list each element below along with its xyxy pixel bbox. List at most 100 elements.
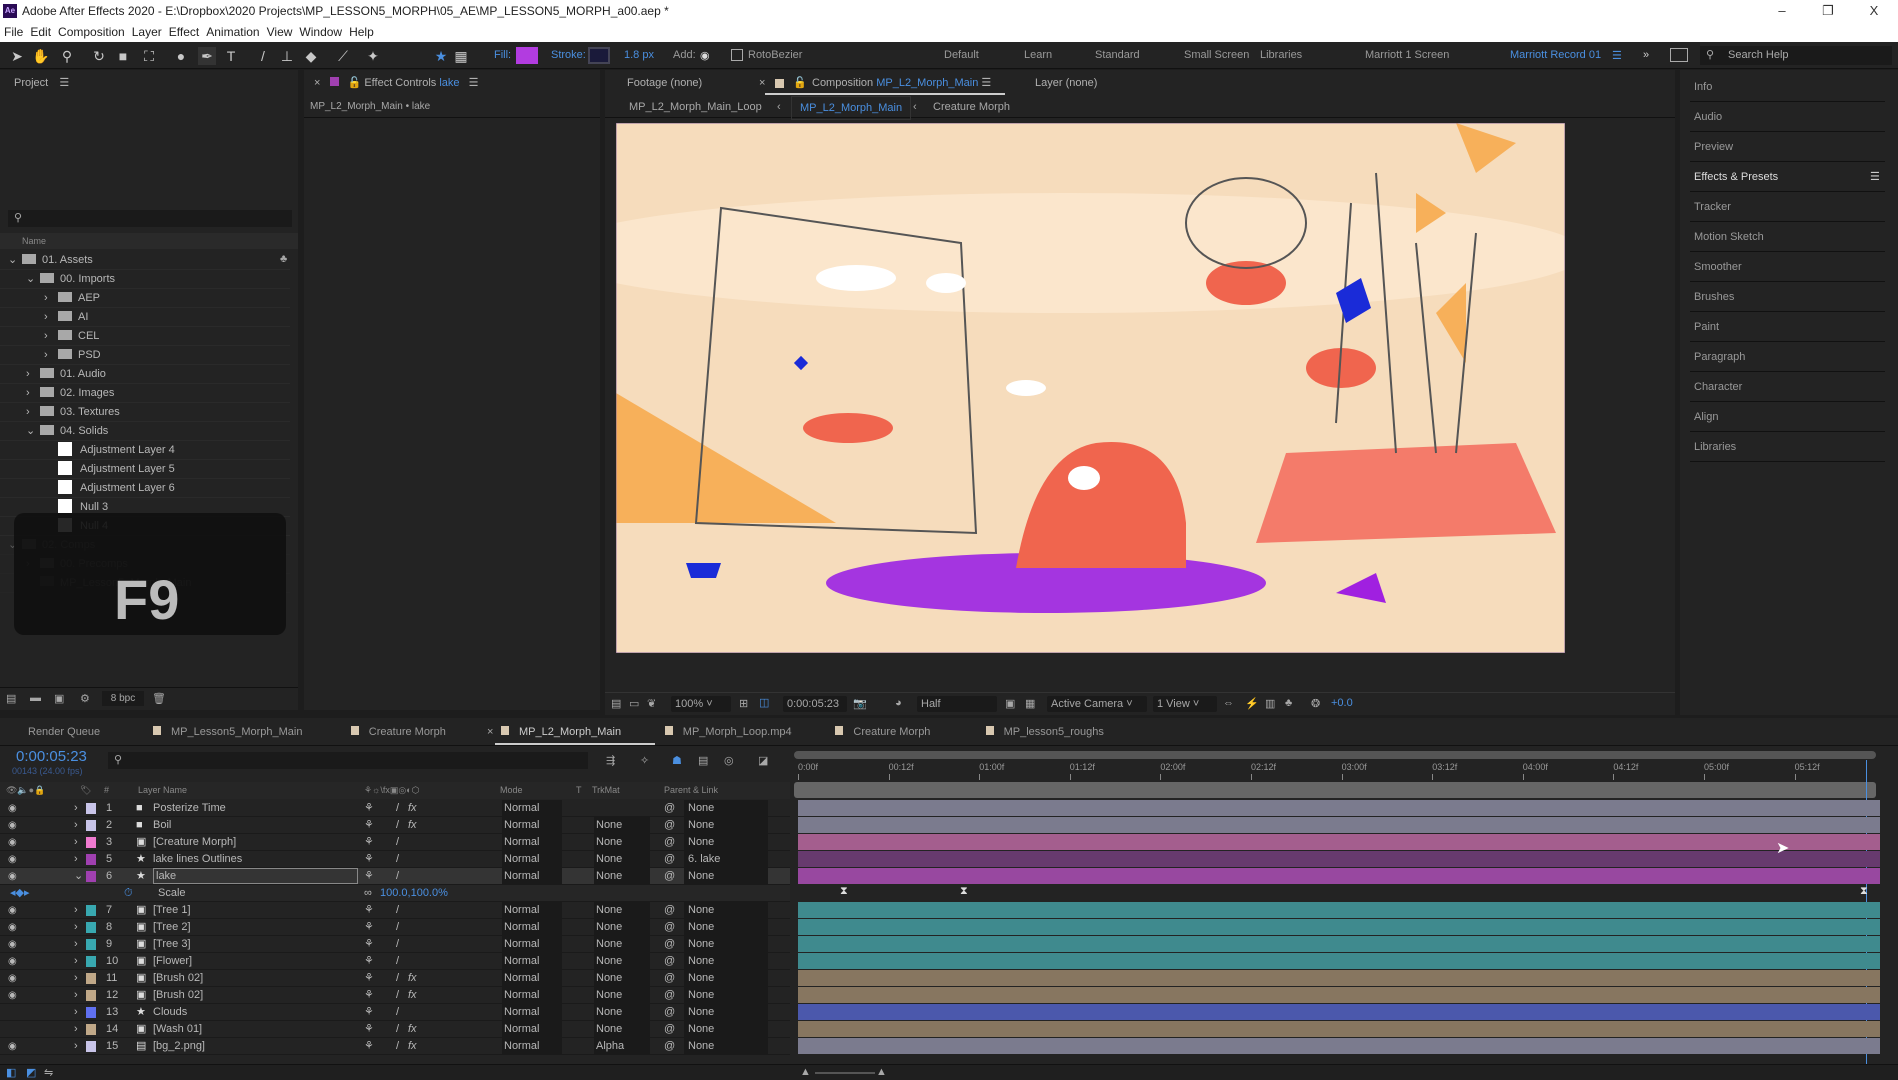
shy-switch-icon[interactable]: ⚘ bbox=[364, 868, 374, 885]
parent-dropdown[interactable]: None bbox=[684, 1038, 768, 1055]
shy-layers-icon[interactable]: ☗ bbox=[672, 754, 682, 767]
label-color-swatch[interactable] bbox=[86, 973, 96, 984]
timeline-icon[interactable]: ▥ bbox=[1265, 697, 1275, 710]
stopwatch-icon[interactable]: ⏱ bbox=[124, 885, 133, 902]
layer-name[interactable]: [Tree 1] bbox=[153, 902, 191, 919]
shy-switch-icon[interactable]: ⚘ bbox=[364, 970, 374, 987]
visibility-eye-icon[interactable]: ◉ bbox=[8, 919, 17, 936]
quality-switch-icon[interactable]: / bbox=[396, 1038, 399, 1055]
effect-fx-icon[interactable]: fx bbox=[408, 987, 417, 1004]
layer-row[interactable]: ◉ › 12 ▣ [Brush 02] ⚘ / fx Normal None @ None bbox=[0, 987, 790, 1004]
mode-dropdown[interactable]: Normal bbox=[502, 1004, 562, 1021]
trkmat-dropdown[interactable]: None bbox=[594, 987, 650, 1004]
project-item[interactable]: › AEP bbox=[0, 289, 290, 308]
flowchart-icon[interactable]: ♣ bbox=[1285, 697, 1292, 709]
close-tab-icon[interactable]: × bbox=[314, 77, 320, 89]
keyframe-icon[interactable]: ⧗ bbox=[960, 885, 968, 898]
header-parent[interactable]: Parent & Link bbox=[664, 782, 718, 799]
monitor-icon[interactable]: ▭ bbox=[629, 697, 639, 710]
visibility-eye-icon[interactable]: ◉ bbox=[8, 834, 17, 851]
mode-dropdown[interactable]: Normal bbox=[502, 936, 562, 953]
expand-chevron-icon[interactable]: › bbox=[74, 1021, 78, 1038]
visibility-eye-icon[interactable]: ◉ bbox=[8, 817, 17, 834]
work-area-bar[interactable] bbox=[794, 782, 1876, 798]
trkmat-dropdown[interactable]: None bbox=[594, 919, 650, 936]
panel-paragraph[interactable]: Paragraph bbox=[1690, 342, 1885, 372]
trkmat-dropdown[interactable]: None bbox=[594, 902, 650, 919]
parent-dropdown[interactable]: 6. lake bbox=[684, 851, 768, 868]
trkmat-dropdown[interactable]: None bbox=[594, 1021, 650, 1038]
timeline-tab[interactable]: Creature Morph bbox=[835, 718, 930, 746]
expand-chevron-icon[interactable]: › bbox=[74, 834, 78, 851]
name-column-header[interactable]: Name bbox=[0, 233, 298, 249]
tab-layer[interactable]: Layer (none) bbox=[1035, 70, 1097, 96]
close-button[interactable]: X bbox=[1854, 0, 1894, 22]
quality-switch-icon[interactable]: / bbox=[396, 800, 399, 817]
time-ruler[interactable]: 0:00f 00:12f 01:00f 01:12f 02:00f 02:12f 03:00… bbox=[794, 760, 1884, 782]
layer-duration-bar[interactable] bbox=[798, 919, 1880, 935]
zoom-out-icon[interactable]: ▲ bbox=[800, 1066, 811, 1078]
view-layout-dropdown[interactable]: 1 View ˅ bbox=[1153, 696, 1217, 712]
shy-switch-icon[interactable]: ⚘ bbox=[364, 1038, 374, 1055]
rotobezier-checkbox[interactable] bbox=[731, 49, 743, 61]
mode-dropdown[interactable]: Normal bbox=[502, 987, 562, 1004]
mode-dropdown[interactable]: Normal bbox=[502, 834, 562, 851]
trkmat-dropdown[interactable]: None bbox=[594, 851, 650, 868]
project-item[interactable]: Adjustment Layer 5 bbox=[0, 460, 290, 479]
quality-switch-icon[interactable]: / bbox=[396, 1004, 399, 1021]
trkmat-dropdown[interactable]: None bbox=[594, 970, 650, 987]
parent-pickwhip-icon[interactable]: @ bbox=[664, 868, 675, 885]
layer-name[interactable]: [Wash 01] bbox=[153, 1021, 202, 1038]
comp-mini-flowchart-icon[interactable]: ⇶ bbox=[606, 754, 615, 767]
checkerboard-icon[interactable]: ▦ bbox=[452, 47, 470, 65]
clone-stamp-tool-icon[interactable]: ⊥ bbox=[278, 47, 296, 65]
menu-window[interactable]: Window bbox=[299, 25, 342, 39]
layer-switches-toggle-icon[interactable]: ◧ bbox=[6, 1066, 16, 1079]
trkmat-dropdown[interactable]: None bbox=[594, 1004, 650, 1021]
mode-dropdown[interactable]: Normal bbox=[502, 851, 562, 868]
workspace-menu-icon[interactable]: ☰ bbox=[1612, 49, 1622, 62]
header-mode[interactable]: Mode bbox=[500, 782, 523, 799]
search-help-input[interactable]: ⚲ Search Help bbox=[1700, 46, 1892, 65]
parent-dropdown[interactable]: None bbox=[684, 834, 768, 851]
transparency-grid-icon[interactable]: ▦ bbox=[1025, 697, 1035, 710]
effect-fx-icon[interactable]: fx bbox=[408, 817, 417, 834]
parent-dropdown[interactable]: None bbox=[684, 970, 768, 987]
panel-motion-sketch[interactable]: Motion Sketch bbox=[1690, 222, 1885, 252]
layer-row[interactable]: ◉ › 3 ▣ [Creature Morph] ⚘ / Normal None @ None bbox=[0, 834, 790, 851]
chevron-right-icon[interactable]: › bbox=[44, 346, 58, 365]
camera-tool-icon[interactable]: ■ bbox=[114, 47, 132, 65]
stroke-width-value[interactable]: 1.8 px bbox=[624, 49, 654, 61]
hand-tool-icon[interactable]: ✋ bbox=[32, 47, 50, 65]
parent-pickwhip-icon[interactable]: @ bbox=[664, 800, 675, 817]
label-color-swatch[interactable] bbox=[86, 939, 96, 950]
visibility-eye-icon[interactable]: ◉ bbox=[8, 970, 17, 987]
workspace-default[interactable]: Default bbox=[944, 49, 979, 61]
layer-row[interactable]: ◉ ⌄ 6 ★ lake ⚘ / Normal None @ None bbox=[0, 868, 790, 885]
layer-name[interactable]: [Flower] bbox=[153, 953, 192, 970]
label-color-swatch[interactable] bbox=[86, 820, 96, 831]
panel-align[interactable]: Align bbox=[1690, 402, 1885, 432]
layer-duration-bar[interactable] bbox=[798, 970, 1880, 986]
minimize-button[interactable]: – bbox=[1762, 0, 1802, 22]
magnification-dropdown[interactable]: 100% ˅ bbox=[671, 696, 731, 712]
label-color-swatch[interactable] bbox=[86, 922, 96, 933]
shy-switch-icon[interactable]: ⚘ bbox=[364, 851, 374, 868]
label-color-swatch[interactable] bbox=[86, 871, 96, 882]
layer-duration-bar[interactable] bbox=[798, 851, 1880, 867]
parent-dropdown[interactable]: None bbox=[684, 953, 768, 970]
expand-chevron-icon[interactable]: › bbox=[74, 953, 78, 970]
selection-tool-icon[interactable]: ➤ bbox=[8, 47, 26, 65]
layer-name[interactable]: Boil bbox=[153, 817, 171, 834]
shy-switch-icon[interactable]: ⚘ bbox=[364, 936, 374, 953]
label-color-swatch[interactable] bbox=[86, 837, 96, 848]
expand-chevron-icon[interactable]: › bbox=[74, 902, 78, 919]
menu-layer[interactable]: Layer bbox=[132, 25, 162, 39]
quality-switch-icon[interactable]: / bbox=[396, 1021, 399, 1038]
scale-property-row[interactable]: ◂◆▸ ⏱ Scale ∞ 100.0,100.0% bbox=[0, 885, 790, 902]
layer-row[interactable]: ◉ › 10 ▣ [Flower] ⚘ / Normal None @ None bbox=[0, 953, 790, 970]
camera-dropdown[interactable]: Active Camera ˅ bbox=[1047, 696, 1147, 712]
brush-tool-icon[interactable]: / bbox=[254, 47, 272, 65]
visibility-eye-icon[interactable]: ◉ bbox=[8, 902, 17, 919]
timeline-current-time[interactable]: 0:00:05:23 bbox=[16, 748, 87, 765]
